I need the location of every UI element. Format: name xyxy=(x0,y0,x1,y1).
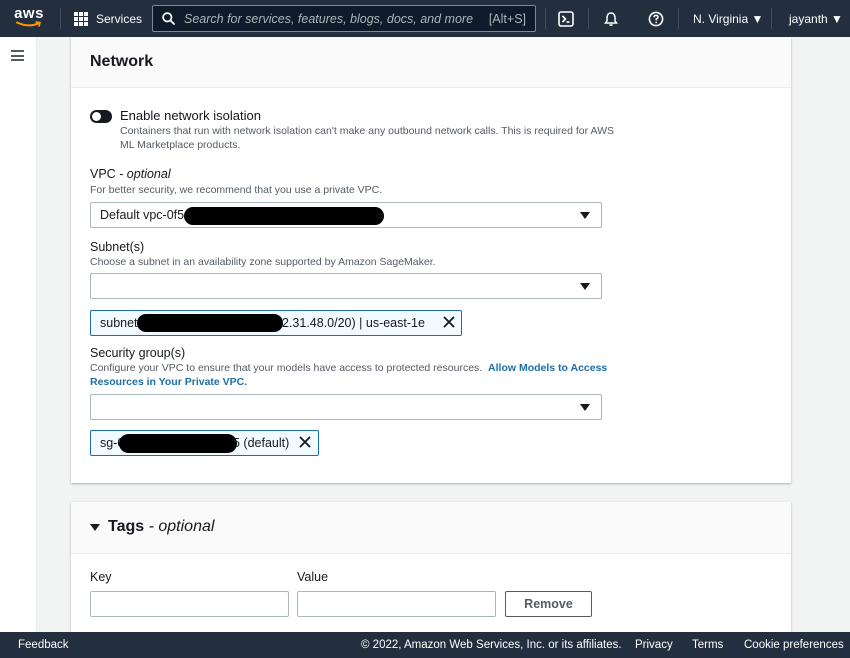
remove-tag-button[interactable]: Remove xyxy=(505,591,592,617)
subnet-token: subnet 2.31.48.0/20) | us-east-1e xyxy=(90,310,462,336)
network-panel-header: Network xyxy=(71,37,791,88)
vpc-description: For better security, we recommend that y… xyxy=(90,184,383,196)
caret-down-icon xyxy=(90,524,100,531)
side-navigation-rail xyxy=(0,37,37,632)
region-selector[interactable]: N. Virginia ▼ xyxy=(693,12,763,26)
security-groups-description: Configure your VPC to ensure that your m… xyxy=(90,362,608,388)
aws-smile-icon xyxy=(16,21,42,27)
nav-divider xyxy=(771,8,772,29)
nav-divider xyxy=(678,8,679,29)
subnet-token-suffix: 2.31.48.0/20) | us-east-1e xyxy=(282,316,425,330)
feedback-link[interactable]: Feedback xyxy=(18,639,69,651)
vpc-selected-value: Default vpc-0f5 xyxy=(100,208,185,222)
footer: Feedback © 2022, Amazon Web Services, In… xyxy=(0,632,850,658)
bell-icon[interactable] xyxy=(601,9,621,29)
tags-panel: Tags - optional Key Value Remove xyxy=(71,502,791,632)
security-group-token-suffix: 5 (default) xyxy=(233,436,290,450)
copyright-text: © 2022, Amazon Web Services, Inc. or its… xyxy=(361,639,622,651)
redacted-overlay xyxy=(184,207,384,225)
cloudshell-icon[interactable] xyxy=(556,9,576,29)
network-panel: Network Enable network isolation Contain… xyxy=(71,37,791,483)
security-groups-label: Security group(s) xyxy=(90,346,186,360)
top-navigation: aws Services Search for services, featur… xyxy=(0,0,850,37)
subnets-description: Choose a subnet in an availability zone … xyxy=(90,256,436,268)
search-input[interactable]: Search for services, features, blogs, do… xyxy=(152,5,536,32)
network-title: Network xyxy=(90,53,154,70)
nav-divider xyxy=(588,8,589,29)
chevron-down-icon xyxy=(580,212,590,219)
close-icon[interactable] xyxy=(443,316,455,328)
vpc-select[interactable]: Default vpc-0f5 xyxy=(90,202,602,228)
tag-value-label: Value xyxy=(297,570,329,584)
chevron-down-icon xyxy=(580,404,590,411)
subnet-token-prefix: subnet xyxy=(100,316,138,330)
aws-logo[interactable]: aws xyxy=(12,6,46,32)
tag-key-label: Key xyxy=(90,570,112,584)
chevron-down-icon xyxy=(580,283,590,290)
tag-value-input[interactable] xyxy=(297,591,496,617)
services-label: Services xyxy=(96,11,143,26)
close-icon[interactable] xyxy=(299,436,311,448)
services-grid-icon xyxy=(74,11,88,26)
nav-divider xyxy=(60,8,61,29)
cookie-preferences-link[interactable]: Cookie preferences xyxy=(744,639,844,651)
menu-icon[interactable] xyxy=(11,50,24,61)
search-shortcut: [Alt+S] xyxy=(488,12,526,26)
privacy-link[interactable]: Privacy xyxy=(635,639,673,651)
subnets-label: Subnet(s) xyxy=(90,240,145,254)
security-group-token: sg-0 5 (default) xyxy=(90,430,319,456)
network-isolation-description: Containers that run with network isolati… xyxy=(120,125,614,151)
tag-key-input[interactable] xyxy=(90,591,289,617)
aws-logo-text: aws xyxy=(14,5,44,22)
tags-title: Tags - optional xyxy=(108,518,215,535)
vpc-label: VPC - optional xyxy=(90,167,171,181)
search-placeholder: Search for services, features, blogs, do… xyxy=(184,12,474,26)
security-groups-select[interactable] xyxy=(90,394,602,420)
network-isolation-label: Enable network isolation xyxy=(120,108,261,123)
subnets-select[interactable] xyxy=(90,273,602,299)
nav-divider xyxy=(545,8,546,29)
network-isolation-toggle[interactable] xyxy=(90,110,112,123)
tags-panel-header[interactable]: Tags - optional xyxy=(71,502,791,554)
help-icon[interactable] xyxy=(646,9,666,29)
search-icon xyxy=(162,12,175,25)
terms-link[interactable]: Terms xyxy=(692,639,723,651)
redacted-overlay xyxy=(119,434,237,453)
redacted-overlay xyxy=(137,314,283,332)
account-menu[interactable]: jayanth ▼ xyxy=(789,12,843,26)
services-menu-button[interactable]: Services xyxy=(74,0,142,37)
